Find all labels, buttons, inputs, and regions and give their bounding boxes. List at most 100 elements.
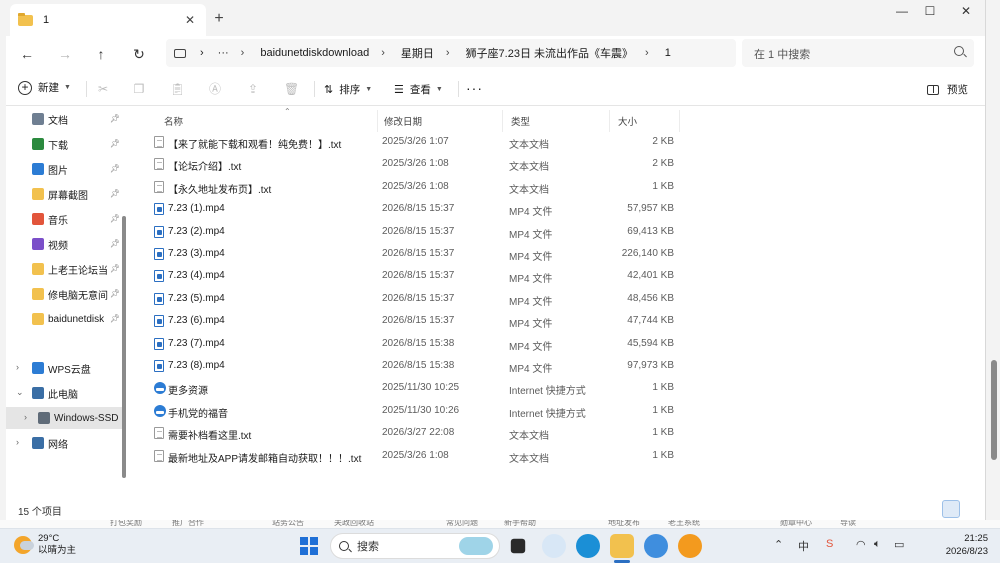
sidebar-item[interactable]: baidunetdisk 📌︎ — [6, 308, 122, 330]
file-row[interactable]: 【永久地址发布页】.txt 2025/3/26 1:08 文本文档 1 KB — [136, 176, 696, 198]
column-header-name[interactable]: ⌃ 名称 — [156, 107, 378, 132]
preview-pane-button[interactable]: 预览 — [927, 82, 968, 97]
breadcrumb-item[interactable]: 星期日 — [401, 45, 434, 61]
task-view-icon[interactable] — [510, 538, 526, 554]
chevron-down-icon[interactable]: ⌄ — [16, 387, 24, 398]
file-row[interactable]: 更多资源 2025/11/30 10:25 Internet 快捷方式 1 KB — [136, 377, 696, 399]
back-button[interactable]: ← — [14, 42, 40, 66]
delete-icon[interactable]: 🗑︎ — [284, 82, 299, 96]
sidebar-item[interactable]: 上老王论坛当 📌︎ — [6, 258, 122, 280]
address-bar[interactable]: › ··· › baidunetdiskdownload › 星期日 › 狮子座… — [166, 39, 736, 67]
close-window-button[interactable]: ✕ — [948, 4, 984, 22]
sort-button[interactable]: ⇅ 排序 ▼ — [324, 82, 372, 97]
file-explorer-window: 1 ✕ + — ☐ ✕ ← → ↑ ↻ › ··· › baidunetdisk… — [6, 0, 986, 520]
chevron-right-icon[interactable]: › — [16, 362, 19, 372]
sidebar-item[interactable]: 图片 📌︎ — [6, 158, 122, 180]
file-date: 2026/3/27 22:08 — [382, 427, 455, 439]
background-nav-item: 勋章中心 — [780, 520, 812, 527]
sidebar-tree-item[interactable]: › 网络 — [6, 432, 122, 454]
refresh-button[interactable]: ↻ — [126, 42, 152, 66]
scrollbar-thumb[interactable] — [991, 360, 997, 460]
file-row[interactable]: 【论坛介绍】.txt 2025/3/26 1:08 文本文档 2 KB — [136, 153, 696, 175]
file-date: 2026/8/15 15:38 — [382, 360, 455, 371]
maximize-button[interactable]: ☐ — [912, 4, 948, 22]
file-row[interactable]: 7.23 (8).mp4 2026/8/15 15:38 MP4 文件 97,973 … — [136, 355, 696, 377]
share-icon[interactable]: ⇪ — [246, 82, 260, 96]
edge-icon[interactable] — [576, 534, 600, 558]
column-header-type[interactable]: 类型 — [503, 110, 610, 132]
breadcrumb-current[interactable]: 1 — [665, 47, 671, 59]
column-header-date[interactable]: 修改日期 — [376, 110, 503, 132]
file-row[interactable]: 需要补档看这里.txt 2026/3/27 22:08 文本文档 1 KB — [136, 422, 696, 444]
show-hidden-icons-icon[interactable]: ⌃ — [774, 538, 783, 551]
tab-1[interactable]: 1 ✕ — [10, 4, 206, 36]
paste-icon[interactable]: 📋︎ — [170, 82, 185, 96]
video-icon — [32, 238, 44, 250]
sidebar-item[interactable]: 修电脑无意间 📌︎ — [6, 283, 122, 305]
view-button[interactable]: ☰ 查看 ▼ — [394, 82, 443, 97]
file-row[interactable]: 7.23 (4).mp4 2026/8/15 15:37 MP4 文件 42,401 … — [136, 265, 696, 287]
sidebar-scrollbar[interactable] — [122, 216, 126, 478]
new-tab-button[interactable]: + — [210, 10, 228, 28]
ime-indicator[interactable]: 中 — [798, 538, 809, 554]
file-row[interactable]: 7.23 (1).mp4 2026/8/15 15:37 MP4 文件 57,957 … — [136, 198, 696, 220]
cut-icon[interactable]: ✂ — [96, 82, 110, 96]
app-icon[interactable] — [678, 534, 702, 558]
file-row[interactable]: 7.23 (3).mp4 2026/8/15 15:37 MP4 文件 226,140… — [136, 243, 696, 265]
wifi-icon[interactable]: ◠ — [856, 538, 866, 551]
file-explorer-icon[interactable] — [610, 534, 634, 558]
start-button[interactable] — [300, 537, 318, 555]
sidebar-item[interactable]: 下载 📌︎ — [6, 133, 122, 155]
up-button[interactable]: ↑ — [88, 42, 114, 66]
chevron-right-icon[interactable]: › — [24, 412, 27, 422]
breadcrumb-overflow[interactable]: ··· — [218, 47, 229, 59]
file-name: 7.23 (5).mp4 — [168, 292, 225, 304]
volume-icon[interactable]: 🔈︎ — [874, 538, 881, 551]
new-button[interactable]: + 新建 ▼ — [18, 80, 71, 95]
item-count: 15 个项目 — [18, 507, 62, 518]
battery-icon[interactable]: ▭ — [894, 538, 904, 551]
sidebar-item[interactable]: 音乐 📌︎ — [6, 208, 122, 230]
sidebar-item-label: 上老王论坛当 — [48, 265, 108, 277]
preview-icon — [927, 84, 939, 95]
forward-button[interactable]: → — [52, 42, 78, 66]
copy-icon[interactable]: ❐ — [132, 82, 146, 96]
more-options-button[interactable]: ··· — [466, 80, 483, 96]
browser-icon[interactable] — [644, 534, 668, 558]
details-view-button[interactable] — [942, 500, 960, 518]
file-row[interactable]: 7.23 (5).mp4 2026/8/15 15:37 MP4 文件 48,456 … — [136, 288, 696, 310]
tiles-view-button[interactable] — [962, 500, 980, 518]
taskbar-search[interactable]: 搜索 — [330, 533, 500, 559]
file-list: ⌃ 名称 修改日期 类型 大小 【来了就能下载和观看！纯免费！】.txt 2025… — [136, 106, 985, 498]
search-input[interactable]: 在 1 中搜索 — [742, 39, 974, 67]
file-size: 42,401 KB — [627, 270, 674, 282]
file-row[interactable]: 【来了就能下载和观看！纯免费！】.txt 2025/3/26 1:07 文本文档 2 … — [136, 131, 696, 153]
file-row[interactable]: 7.23 (6).mp4 2026/8/15 15:37 MP4 文件 47,744 … — [136, 310, 696, 332]
file-date: 2025/3/26 1:08 — [382, 180, 449, 192]
divider — [458, 81, 459, 97]
sidebar-item[interactable]: 视频 📌︎ — [6, 233, 122, 255]
sidebar-item[interactable]: 屏幕截图 📌︎ — [6, 183, 122, 205]
pin-icon: 📌︎ — [109, 239, 120, 248]
file-row[interactable]: 7.23 (2).mp4 2026/8/15 15:37 MP4 文件 69,413 … — [136, 221, 696, 243]
weather-widget[interactable]: 29°C 以晴为主 — [14, 533, 76, 557]
breadcrumb-item[interactable]: baidunetdiskdownload — [260, 47, 369, 59]
rename-icon[interactable]: Ⓐ — [208, 82, 222, 96]
sidebar-tree-item[interactable]: › Windows-SSD — [6, 407, 122, 429]
chevron-right-icon[interactable]: › — [16, 437, 19, 447]
sidebar-tree-item[interactable]: › WPS云盘 — [6, 357, 122, 379]
close-tab-icon[interactable]: ✕ — [182, 13, 198, 27]
breadcrumb-item[interactable]: 狮子座7.23日 未流出作品《车震》 — [466, 45, 633, 61]
column-header-size[interactable]: 大小 — [610, 110, 680, 132]
network-icon — [32, 437, 44, 449]
background-scrollbar[interactable] — [988, 0, 1000, 520]
file-row[interactable]: 手机党的福音 2025/11/30 10:26 Internet 快捷方式 1 KB — [136, 400, 696, 422]
app-icon[interactable] — [542, 534, 566, 558]
sidebar-tree-item[interactable]: ⌄ 此电脑 — [6, 382, 122, 404]
file-row[interactable]: 最新地址及APP请发邮箱自动获取！！！.txt 2025/3/26 1:08 文本文… — [136, 445, 696, 467]
file-row[interactable]: 7.23 (7).mp4 2026/8/15 15:38 MP4 文件 45,594 … — [136, 333, 696, 355]
clock[interactable]: 21:25 2026/8/23 — [946, 532, 988, 558]
input-method-icon[interactable]: S — [826, 538, 833, 550]
file-size: 48,456 KB — [627, 292, 674, 304]
sidebar-item[interactable]: 文档 📌︎ — [6, 108, 122, 130]
